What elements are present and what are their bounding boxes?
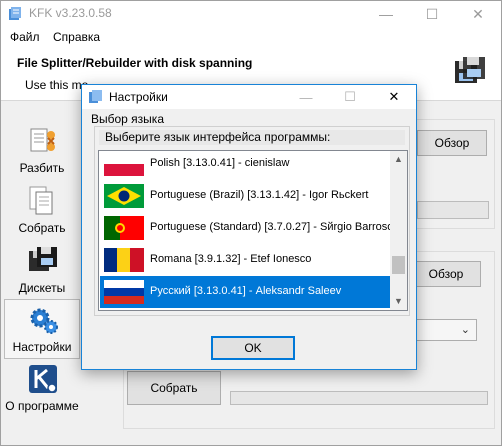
- language-list[interactable]: Polish [3.13.0.41] - cienislaw Portugues…: [98, 150, 408, 311]
- rebuild-progress: [230, 391, 488, 405]
- settings-icon: [89, 90, 102, 103]
- dialog-title: Настройки: [109, 90, 168, 104]
- window-title: KFK v3.23.0.58: [29, 6, 112, 20]
- sidebar-item-label: О программе: [5, 399, 79, 413]
- sidebar-item-settings[interactable]: Настройки: [4, 299, 80, 359]
- list-header: Выберите язык интерфейса программы:: [99, 130, 405, 145]
- sidebar-item-split[interactable]: Разбить: [4, 121, 80, 181]
- browse-button-1[interactable]: Обзор: [417, 130, 487, 156]
- language-item-portuguese-brazil[interactable]: Portuguese (Brazil) [3.13.1.42] - Igor R…: [100, 180, 390, 212]
- combo-box[interactable]: ⌄: [415, 319, 477, 341]
- language-label: Portuguese (Standard) [3.7.0.27] - Sйrgi…: [150, 221, 394, 233]
- menu-file[interactable]: Файл: [10, 30, 40, 44]
- ok-button[interactable]: OK: [211, 336, 295, 360]
- sidebar-item-about[interactable]: О программе: [4, 359, 80, 419]
- split-icon: [30, 128, 55, 152]
- language-group-label: Выбор языка: [91, 112, 164, 126]
- maximize-button[interactable]: ☐: [409, 1, 455, 27]
- rebuild-button[interactable]: Собрать: [127, 371, 221, 405]
- menu-help[interactable]: Справка: [53, 30, 100, 44]
- sidebar-item-label: Собрать: [18, 221, 66, 235]
- sidebar: Разбить Собрать Дискеты Настройки О прог…: [1, 113, 81, 443]
- minimize-button[interactable]: —: [363, 1, 409, 27]
- header-title: File Splitter/Rebuilder with disk spanni…: [17, 56, 253, 70]
- titlebar[interactable]: KFK v3.23.0.58 — ☐ ✕: [1, 1, 501, 27]
- scroll-thumb[interactable]: [392, 256, 405, 274]
- language-item-polish[interactable]: Polish [3.13.0.41] - cienislaw: [100, 151, 390, 180]
- chevron-down-icon: ⌄: [460, 324, 470, 336]
- about-icon: [29, 365, 57, 393]
- scroll-up-icon[interactable]: ▲: [390, 151, 407, 168]
- russia-flag-icon: [104, 280, 144, 304]
- browse-button-2[interactable]: Обзор: [411, 261, 481, 287]
- close-button[interactable]: ✕: [455, 1, 501, 27]
- rebuild-icon: [29, 186, 53, 215]
- language-label: Polish [3.13.0.41] - cienislaw: [150, 157, 290, 169]
- sidebar-item-label: Разбить: [19, 161, 65, 175]
- settings-dialog: Настройки — ☐ ✕ Выбор языка Выберите язы…: [81, 84, 417, 370]
- list-scrollbar[interactable]: ▲ ▼: [390, 151, 407, 310]
- main-window: KFK v3.23.0.58 — ☐ ✕ Файл Справка File S…: [0, 0, 502, 446]
- sidebar-item-label: Дискеты: [18, 281, 66, 295]
- portugal-flag-icon: [104, 216, 144, 240]
- language-item-romana[interactable]: Romana [3.9.1.32] - Etef Ionesco: [100, 244, 390, 276]
- language-label: Русский [3.13.0.41] - Aleksandr Saleev: [150, 285, 342, 297]
- dialog-titlebar[interactable]: Настройки — ☐ ✕: [82, 85, 416, 109]
- language-item-portuguese-standard[interactable]: Portuguese (Standard) [3.7.0.27] - Sйrgi…: [100, 212, 394, 244]
- dialog-close-button[interactable]: ✕: [372, 85, 416, 109]
- poland-flag-icon: [104, 152, 144, 176]
- diskettes-icon: [455, 57, 485, 83]
- gears-icon: [30, 308, 58, 334]
- language-label: Romana [3.9.1.32] - Etef Ionesco: [150, 253, 312, 265]
- romania-flag-icon: [104, 248, 144, 272]
- language-label: Portuguese (Brazil) [3.13.1.42] - Igor R…: [150, 189, 369, 201]
- sidebar-item-label: Настройки: [12, 340, 72, 354]
- brazil-flag-icon: [104, 184, 144, 208]
- diskette-icon: [29, 247, 57, 271]
- split-progress: [417, 201, 489, 219]
- app-icon: [9, 7, 21, 20]
- sidebar-item-diskettes[interactable]: Дискеты: [4, 241, 80, 301]
- header-description: Use this mo: [25, 78, 89, 92]
- dialog-maximize-button[interactable]: ☐: [328, 85, 372, 109]
- sidebar-item-rebuild[interactable]: Собрать: [4, 181, 80, 241]
- dialog-minimize-button[interactable]: —: [284, 85, 328, 109]
- scroll-down-icon[interactable]: ▼: [390, 293, 407, 310]
- menubar: Файл Справка: [1, 27, 501, 47]
- language-item-russian[interactable]: Русский [3.13.0.41] - Aleksandr Saleev: [100, 276, 390, 308]
